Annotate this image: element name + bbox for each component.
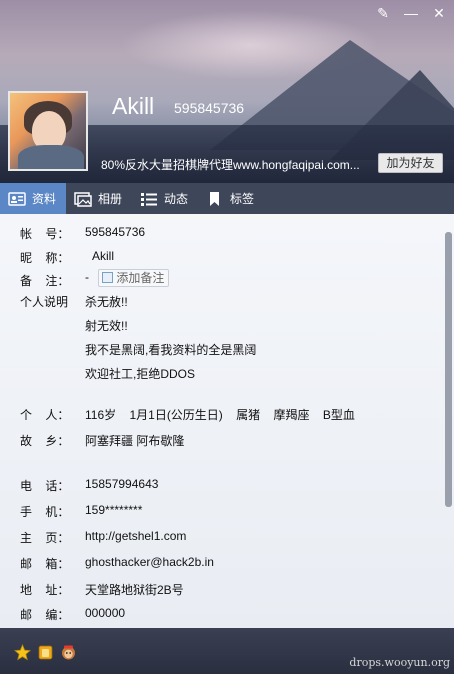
address-value: 天堂路地狱街2B号 [85,583,184,597]
postcode-value: 000000 [85,606,126,620]
address-label: 地 址： [20,583,70,597]
bio-line-2: 射无效!! [85,319,128,333]
tab-album-label: 相册 [98,192,123,206]
account-label: 帐 号： [20,227,70,241]
profile-header: ✎ — ✕ Akill 595845736 80%反水大量招棋牌代理www.ho… [0,0,454,183]
tab-album[interactable]: 相册 [66,183,132,214]
tab-profile-label: 资料 [32,192,57,206]
bio-line-3: 我不是黑阔,看我资料的全是黑阔 [85,343,257,357]
mobile-value: 159******** [85,503,143,517]
nickname-label: 昵 称： [20,251,70,265]
details-scrollbar[interactable] [445,232,452,507]
monkey-icon[interactable] [60,644,77,661]
star-icon[interactable] [14,644,31,661]
bio-line-1: 杀无赦!! [85,295,128,309]
watermark-text: drops.wooyun.org [349,656,450,669]
close-icon[interactable]: ✕ [430,4,448,22]
phone-value: 15857994643 [85,477,159,491]
footer-icons [14,644,77,661]
email-value: ghosthacker@hack2b.in [85,555,214,569]
personal-value: 116岁 1月1日(公历生日) 属猪 摩羯座 B型血 [85,408,355,422]
avatar[interactable] [8,91,88,171]
homepage-link[interactable]: http://getshel1.com [85,529,186,543]
email-label: 邮 箱： [20,557,70,571]
add-remark-label: 添加备注 [116,271,165,285]
remark-label: 备 注： [20,274,70,288]
tab-bar: 资料 相册 动态 标签 [0,183,454,214]
add-friend-button[interactable]: 加为好友 [378,153,443,173]
profile-card-icon [8,191,26,206]
remark-value: - [85,270,89,285]
profile-nickname: Akill [112,93,155,119]
feed-list-icon [141,192,158,206]
minimize-icon[interactable]: — [402,4,420,22]
tab-feed[interactable]: 动态 [132,183,198,214]
tab-profile[interactable]: 资料 [0,183,67,214]
bio-label: 个人说明 [20,295,69,309]
tab-tags[interactable]: 标签 [198,183,264,214]
remark-value-wrap: - 添加备注 [85,269,170,287]
qq-show-icon[interactable] [37,644,54,661]
account-value: 595845736 [85,225,146,239]
profile-signature: 80%反水大量招棋牌代理www.hongfaqipai.com... [101,158,360,172]
tab-tags-label: 标签 [230,192,255,206]
phone-label: 电 话： [20,479,70,493]
profile-qq-number: 595845736 [174,100,245,116]
bookmark-icon [210,191,220,206]
nickname-value: Akill [92,249,115,263]
avatar-coat [18,145,84,169]
hometown-value: 阿塞拜疆 阿布歇隆 [85,434,185,448]
tab-feed-label: 动态 [164,192,189,206]
bio-line-4: 欢迎社工,拒绝DDOS [85,367,196,381]
skin-brush-icon[interactable]: ✎ [374,4,392,22]
homepage-label: 主 页： [20,531,70,545]
profile-details: 帐 号： 595845736 昵 称： Akill 备 注： - 添加备注 个人… [0,214,454,628]
mobile-label: 手 机： [20,505,70,519]
edit-remark-icon [102,272,114,283]
personal-label: 个 人： [20,408,70,422]
photo-album-icon [74,191,92,207]
profile-window: ✎ — ✕ Akill 595845736 80%反水大量招棋牌代理www.ho… [0,0,454,674]
postcode-label: 邮 编： [20,608,70,622]
window-controls: ✎ — ✕ [374,4,448,22]
hometown-label: 故 乡： [20,434,70,448]
add-remark-button[interactable]: 添加备注 [98,269,170,287]
footer-bar: drops.wooyun.org [0,628,454,674]
